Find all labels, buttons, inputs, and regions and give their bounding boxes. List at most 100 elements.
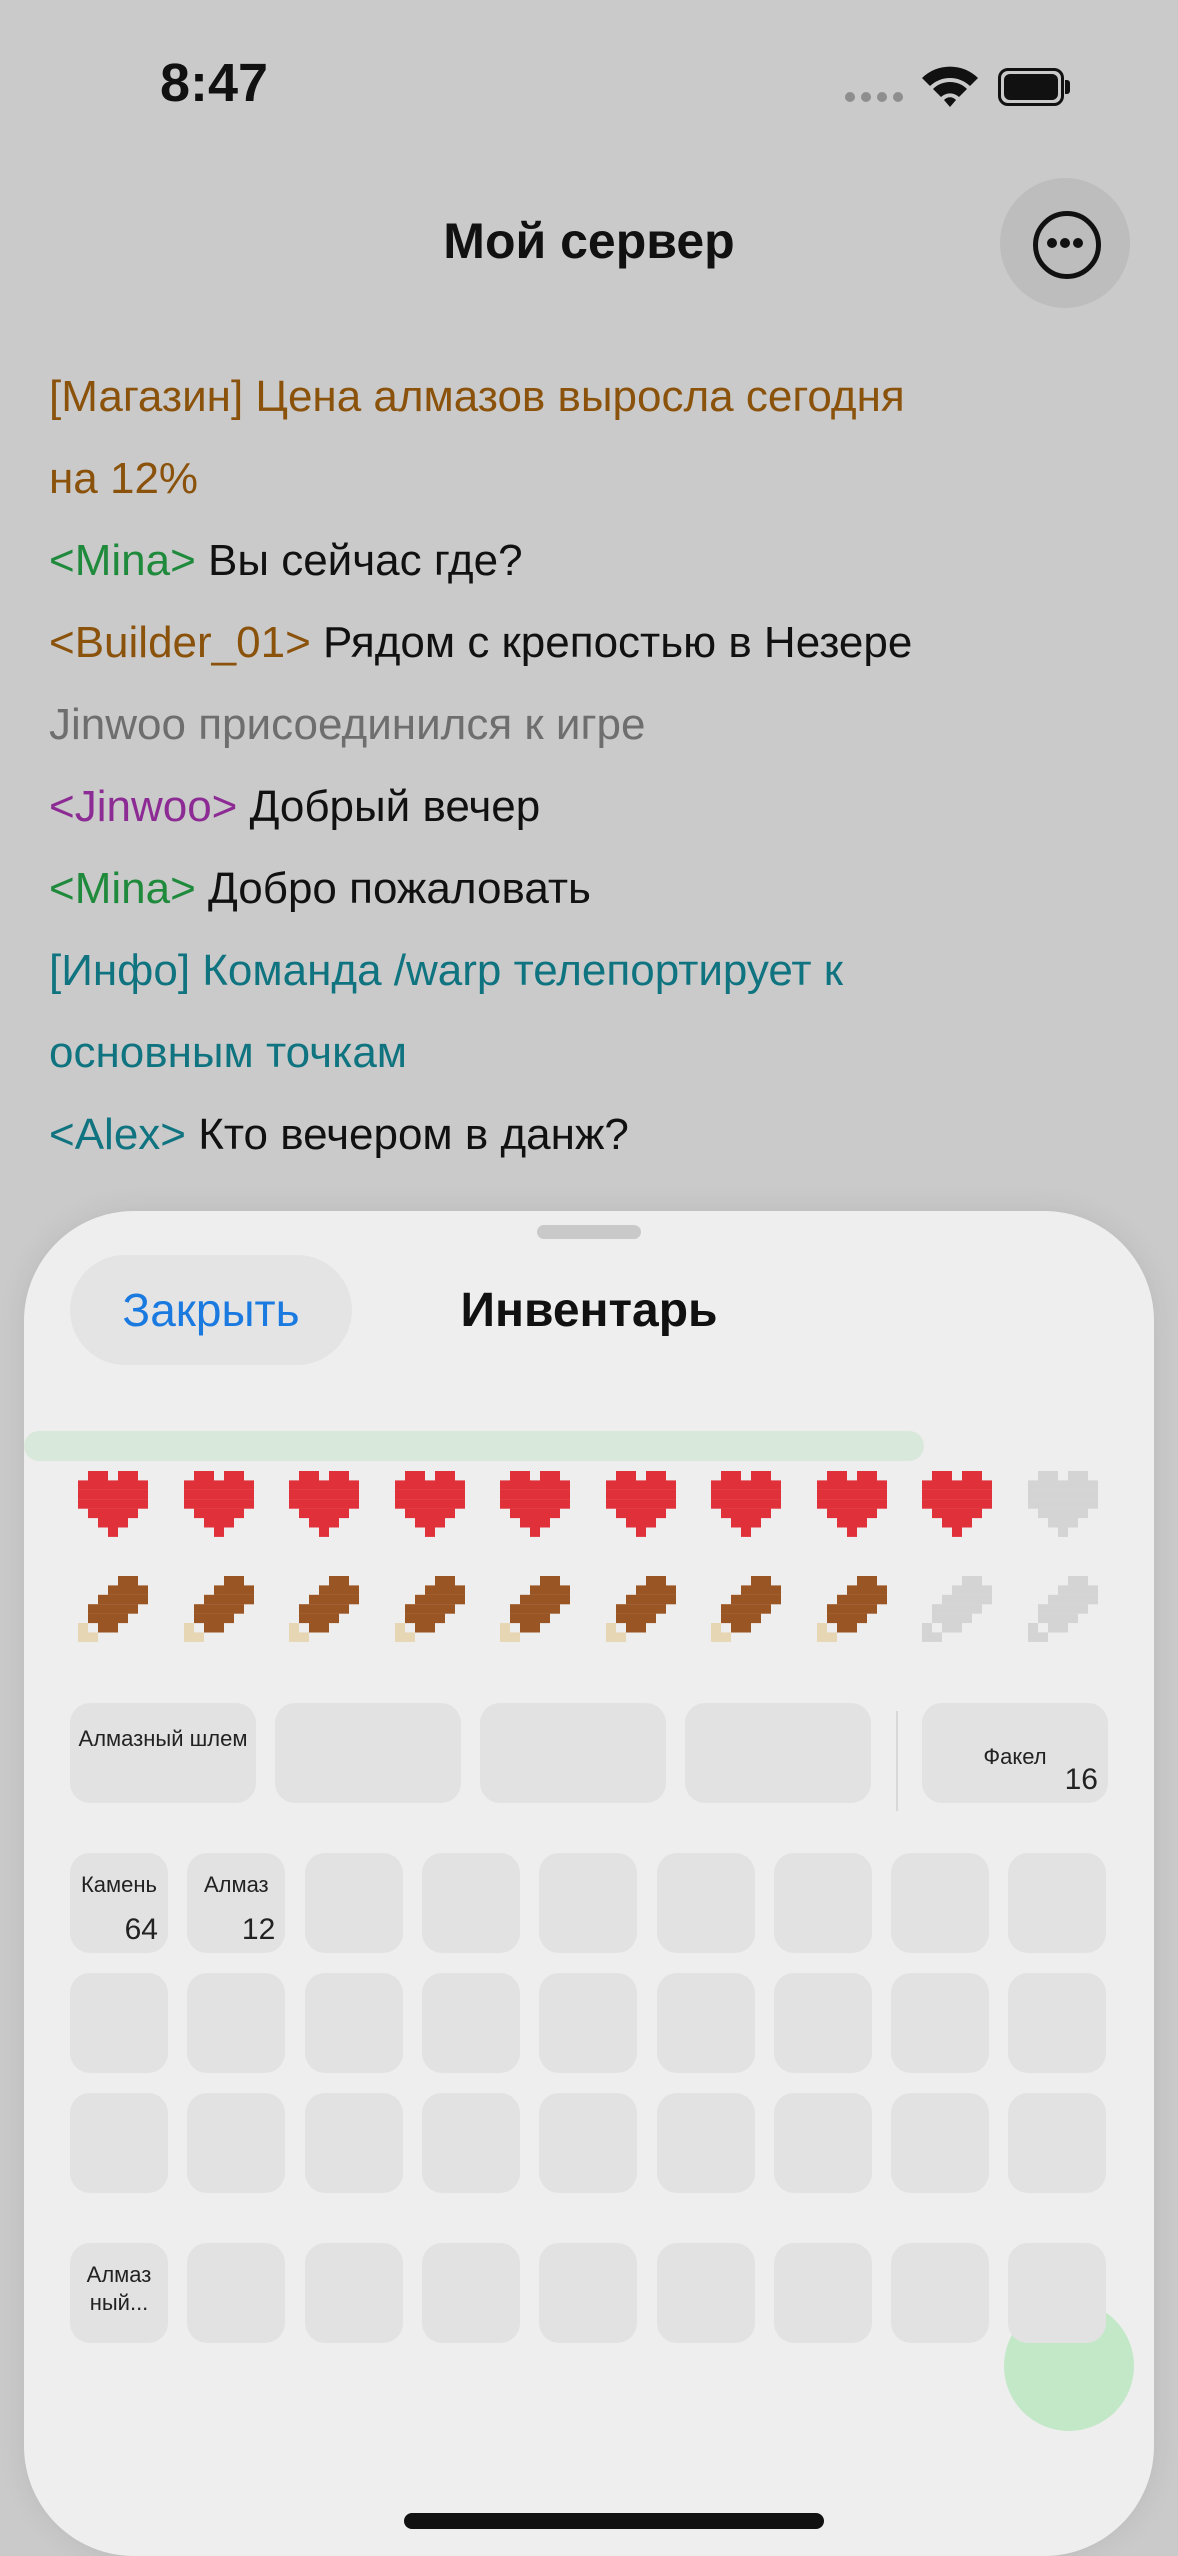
inventory-slot[interactable]	[70, 1973, 168, 2073]
chat-username: <Mina>	[49, 864, 196, 913]
inventory-slot[interactable]	[304, 2243, 403, 2343]
heart-full-icon	[183, 1471, 254, 1537]
inventory-slot[interactable]: Алмаз ный...	[70, 2243, 168, 2343]
inventory-slot[interactable]	[70, 2093, 168, 2193]
battery-icon	[998, 68, 1070, 106]
inventory-slot[interactable]	[187, 1973, 286, 2073]
item-name: Камень	[80, 1872, 158, 1897]
chat-text: основным точкам	[49, 1028, 408, 1077]
drumstick-empty-icon	[922, 1576, 992, 1642]
drumstick-full-icon	[605, 1576, 676, 1642]
chat-username: <Mina>	[49, 536, 196, 585]
chat-text: Кто вечером в данж?	[185, 1110, 629, 1159]
inventory-slot[interactable]	[1008, 1973, 1107, 2073]
inventory-slot[interactable]: Алмаз 12	[187, 1853, 286, 1953]
inventory-slot[interactable]	[421, 1853, 520, 1953]
inventory-slot[interactable]	[773, 1973, 872, 2073]
chat-line: [Магазин] Цена алмазов выросла сегодня	[49, 356, 1129, 438]
inventory-slot[interactable]	[304, 2093, 403, 2193]
more-options-button[interactable]	[1000, 178, 1130, 308]
chat-text: [Инфо] Команда /warp телепортирует к	[49, 946, 844, 995]
chat-line: на 12%	[49, 438, 1129, 520]
inventory-slot[interactable]	[539, 2243, 638, 2343]
cellular-signal-icon	[845, 92, 905, 104]
chat-text: Вы сейчас где?	[195, 536, 523, 585]
home-indicator[interactable]	[404, 2513, 824, 2529]
heart-empty-icon	[1027, 1471, 1098, 1537]
inventory-slot[interactable]	[275, 1703, 461, 1803]
chat-username: <Jinwoo>	[49, 782, 238, 831]
status-time: 8:47	[160, 53, 269, 113]
inventory-slot[interactable]	[773, 1853, 872, 1953]
heart-full-icon	[922, 1471, 992, 1537]
item-count: 64	[124, 1913, 158, 1946]
item-name: Алмаз	[203, 1872, 269, 1897]
inventory-slot[interactable]: Камень 64	[70, 1853, 168, 1953]
chat-line: <Jinwoo> Добрый вечер	[49, 766, 1129, 848]
drumstick-full-icon	[78, 1576, 148, 1642]
inventory-slot[interactable]	[656, 2093, 755, 2193]
item-count: 16	[1064, 1763, 1098, 1796]
chat-text: Рядом с крепостью в Незере	[310, 618, 913, 667]
status-bar: 8:47	[0, 0, 1178, 150]
heart-full-icon	[289, 1471, 359, 1537]
inventory-slot[interactable]	[1008, 2093, 1107, 2193]
inventory-slot[interactable]	[891, 1973, 990, 2073]
inventory-slot[interactable]	[685, 1703, 871, 1803]
inventory-slot[interactable]	[480, 1703, 666, 1803]
inventory-slot[interactable]	[304, 1853, 403, 1953]
inventory-slot[interactable]	[1008, 1853, 1107, 1953]
inventory-slot[interactable]	[891, 2093, 990, 2193]
inventory-slot[interactable]: Алмазный шлем	[70, 1703, 256, 1803]
inventory-slot[interactable]	[187, 2093, 286, 2193]
chat-line: <Alex> Кто вечером в данж?	[49, 1094, 1129, 1176]
heart-full-icon	[605, 1471, 676, 1537]
chat-text: на 12%	[49, 454, 199, 503]
chat-username: <Builder_01>	[49, 618, 311, 667]
chat-line: [Инфо] Команда /warp телепортирует к	[49, 930, 1129, 1012]
chat-text: Добрый вечер	[237, 782, 541, 831]
inventory-slot[interactable]	[539, 1973, 638, 2073]
inventory-slot[interactable]: Факел 16	[922, 1703, 1108, 1803]
inventory-slot[interactable]	[891, 2243, 990, 2343]
inventory-slot[interactable]	[421, 1973, 520, 2073]
chat-text: Jinwoo присоединился к игре	[49, 700, 646, 749]
drumstick-full-icon	[394, 1576, 465, 1642]
inventory-slot[interactable]	[656, 2243, 755, 2343]
slot-divider	[896, 1711, 898, 1811]
inventory-slot[interactable]	[421, 2243, 520, 2343]
inventory-slot[interactable]	[773, 2243, 872, 2343]
item-count: 12	[241, 1913, 276, 1946]
chat-line: основным точкам	[49, 1012, 1129, 1094]
inventory-slot[interactable]	[187, 2243, 286, 2343]
chat-line: Jinwoo присоединился к игре	[49, 684, 1129, 766]
inventory-slot[interactable]	[539, 2093, 638, 2193]
inventory-slot[interactable]	[656, 1853, 755, 1953]
item-name: Алмазный шлем	[78, 1726, 248, 1751]
drumstick-full-icon	[183, 1576, 254, 1642]
sheet-grabber[interactable]	[537, 1225, 641, 1239]
wifi-icon	[922, 66, 978, 107]
sheet-title: Инвентарь	[460, 1284, 718, 1337]
heart-full-icon	[711, 1471, 781, 1537]
chat-username: <Alex>	[49, 1110, 186, 1159]
drumstick-full-icon	[289, 1576, 359, 1642]
drumstick-empty-icon	[1027, 1576, 1098, 1642]
inventory-slot[interactable]	[304, 1973, 403, 2073]
chat-line: <Mina> Вы сейчас где?	[49, 520, 1129, 602]
inventory-slot[interactable]	[539, 1853, 638, 1953]
chat-text: Добро пожаловать	[195, 864, 591, 913]
heart-full-icon	[816, 1471, 887, 1537]
drumstick-full-icon	[500, 1576, 570, 1642]
inventory-slot[interactable]	[421, 2093, 520, 2193]
inventory-slot[interactable]	[891, 1853, 990, 1953]
inventory-sheet: Закрыть Инвентарь Алмазный шлем Факел 16 …	[24, 1211, 1154, 2556]
inventory-slot[interactable]	[1008, 2243, 1107, 2343]
heart-full-icon	[500, 1471, 570, 1537]
inventory-slot[interactable]	[773, 2093, 872, 2193]
chat-line: <Builder_01> Рядом с крепостью в Незере	[49, 602, 1129, 684]
inventory-slot[interactable]	[656, 1973, 755, 2073]
chat-line: <Mina> Добро пожаловать	[49, 848, 1129, 930]
item-name: Алмаз ный...	[86, 2262, 152, 2315]
chat-text: [Магазин] Цена алмазов выросла сегодня	[49, 372, 905, 421]
